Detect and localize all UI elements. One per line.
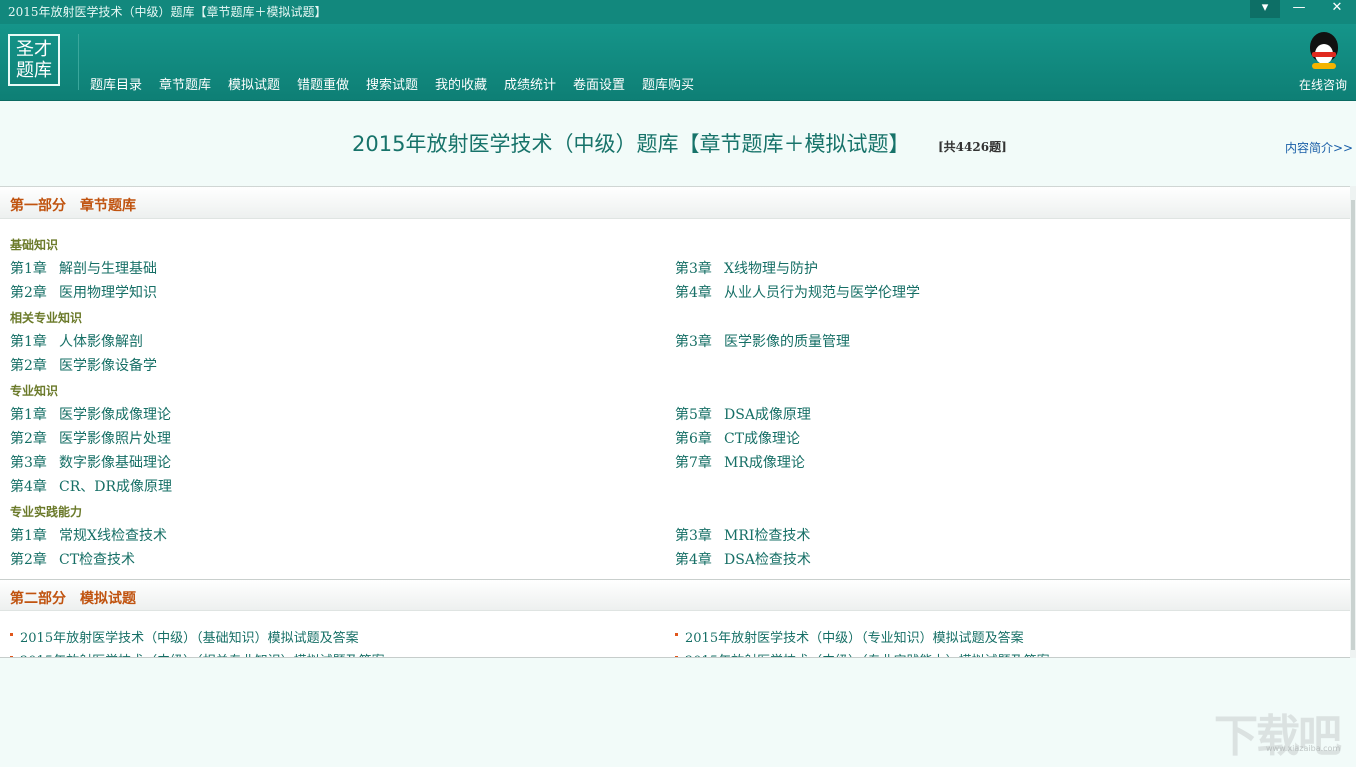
watermark-text: 下载吧: [1214, 711, 1342, 762]
bullet-icon: [675, 656, 678, 657]
nav-item[interactable]: 我的收藏: [435, 74, 487, 93]
logo-line-1: 圣才: [16, 39, 52, 60]
chapter-number[interactable]: 第3章: [675, 258, 712, 278]
watermark-logo: 下载吧 www.xiazaiba.com: [1214, 700, 1350, 762]
nav-item[interactable]: 错题重做: [297, 74, 349, 93]
category-label: 相关专业知识: [10, 311, 83, 325]
chapter-number[interactable]: 第7章: [675, 452, 712, 472]
bullet-icon: [675, 633, 678, 636]
question-total: [共4426题]: [938, 140, 1007, 154]
chapter-link[interactable]: DSA检查技术: [724, 549, 811, 569]
part1-heading-text: 第一部分 章节题库: [10, 198, 136, 214]
chapter-link[interactable]: X线物理与防护: [724, 258, 818, 278]
chapter-link[interactable]: DSA成像原理: [724, 404, 811, 424]
window-close-button[interactable]: ✕: [1322, 0, 1352, 18]
category-label: 基础知识: [10, 238, 59, 252]
content-intro-link[interactable]: 内容简介>>: [1285, 139, 1353, 156]
chapter-link[interactable]: 常规X线检查技术: [59, 525, 167, 545]
bullet-icon: [10, 633, 13, 636]
chapter-number[interactable]: 第2章: [10, 549, 47, 569]
nav-item[interactable]: 题库目录: [90, 74, 142, 93]
chapter-link[interactable]: 医用物理学知识: [59, 282, 157, 302]
content-panel: 第一部分 章节题库 第二部分 模拟试题 基础知识 第1章 解剖与生理基础 第2章 医用物…: [0, 186, 1350, 658]
mock-exam-link[interactable]: 2015年放射医学技术（中级）（基础知识）模拟试题及答案: [20, 627, 359, 646]
part2-heading-text: 第二部分 模拟试题: [10, 591, 136, 607]
chapter-link[interactable]: 解剖与生理基础: [59, 258, 157, 278]
chapter-number[interactable]: 第2章: [10, 355, 47, 375]
scrollbar-thumb[interactable]: [1351, 200, 1355, 650]
page-title: 2015年放射医学技术（中级）题库【章节题库＋模拟试题】: [352, 132, 910, 156]
online-consult-link[interactable]: 在线咨询: [1299, 76, 1347, 93]
chapter-number[interactable]: 第3章: [10, 452, 47, 472]
chapter-number[interactable]: 第3章: [675, 331, 712, 351]
bullet-icon: [10, 656, 13, 657]
logo-line-2: 题库: [16, 60, 52, 81]
window-menu-button[interactable]: ▾: [1250, 0, 1280, 18]
category-label: 专业实践能力: [10, 505, 83, 519]
nav-item[interactable]: 题库购买: [642, 74, 694, 93]
chapter-link[interactable]: CT检查技术: [59, 549, 135, 569]
watermark-url: www.xiazaiba.com: [1266, 744, 1341, 753]
part1-heading: 第一部分 章节题库: [0, 187, 1350, 219]
category-label: 专业知识: [10, 384, 59, 398]
logo-divider: [78, 34, 79, 90]
nav-item[interactable]: 模拟试题: [228, 74, 280, 93]
mock-exam-link[interactable]: 2015年放射医学技术（中级）（相关专业知识）模拟试题及答案: [20, 650, 385, 657]
main-navbar: 圣才 题库 在线咨询 题库目录 章节题库 模拟试题 错题重做 搜索试题 我的收藏 成绩统计卷…: [0, 24, 1356, 101]
chapter-number[interactable]: 第6章: [675, 428, 712, 448]
chapter-link[interactable]: MRI检查技术: [724, 525, 810, 545]
app-logo: 圣才 题库: [8, 34, 60, 86]
chapter-link[interactable]: 医学影像的质量管理: [724, 331, 850, 351]
chapter-number[interactable]: 第4章: [10, 476, 47, 496]
chapter-link[interactable]: 人体影像解剖: [59, 331, 143, 351]
chapter-link[interactable]: 医学影像设备学: [59, 355, 157, 375]
chapter-number[interactable]: 第4章: [675, 549, 712, 569]
chapter-number[interactable]: 第1章: [10, 404, 47, 424]
window-titlebar: 2015年放射医学技术（中级）题库【章节题库＋模拟试题】: [0, 0, 1356, 24]
nav-item[interactable]: 搜索试题: [366, 74, 418, 93]
chapter-number[interactable]: 第1章: [10, 331, 47, 351]
chapter-link[interactable]: 医学影像成像理论: [59, 404, 171, 424]
chapter-link[interactable]: 数字影像基础理论: [59, 452, 171, 472]
chapter-number[interactable]: 第4章: [675, 282, 712, 302]
nav-item[interactable]: 成绩统计: [504, 74, 556, 93]
part2-heading: 第二部分 模拟试题: [0, 579, 1350, 611]
qq-penguin-icon[interactable]: [1306, 32, 1342, 70]
chapter-link[interactable]: 医学影像照片处理: [59, 428, 171, 448]
chapter-link[interactable]: CT成像理论: [724, 428, 800, 448]
chapter-link[interactable]: 从业人员行为规范与医学伦理学: [724, 282, 920, 302]
nav-item[interactable]: 章节题库: [159, 74, 211, 93]
chapter-number[interactable]: 第2章: [10, 282, 47, 302]
chapter-link[interactable]: CR、DR成像原理: [59, 476, 172, 496]
window-title: 2015年放射医学技术（中级）题库【章节题库＋模拟试题】: [8, 5, 327, 19]
nav-item[interactable]: 卷面设置: [573, 74, 625, 93]
chapter-link[interactable]: MR成像理论: [724, 452, 805, 472]
chapter-number[interactable]: 第1章: [10, 525, 47, 545]
mock-exam-link[interactable]: 2015年放射医学技术（中级）（专业知识）模拟试题及答案: [685, 627, 1024, 646]
window-minimize-button[interactable]: —: [1284, 0, 1314, 18]
chapter-number[interactable]: 第2章: [10, 428, 47, 448]
chapter-number[interactable]: 第5章: [675, 404, 712, 424]
chapter-number[interactable]: 第1章: [10, 258, 47, 278]
mock-exam-link[interactable]: 2015年放射医学技术（中级）（专业实践能力）模拟试题及答案: [685, 650, 1050, 657]
chapter-number[interactable]: 第3章: [675, 525, 712, 545]
